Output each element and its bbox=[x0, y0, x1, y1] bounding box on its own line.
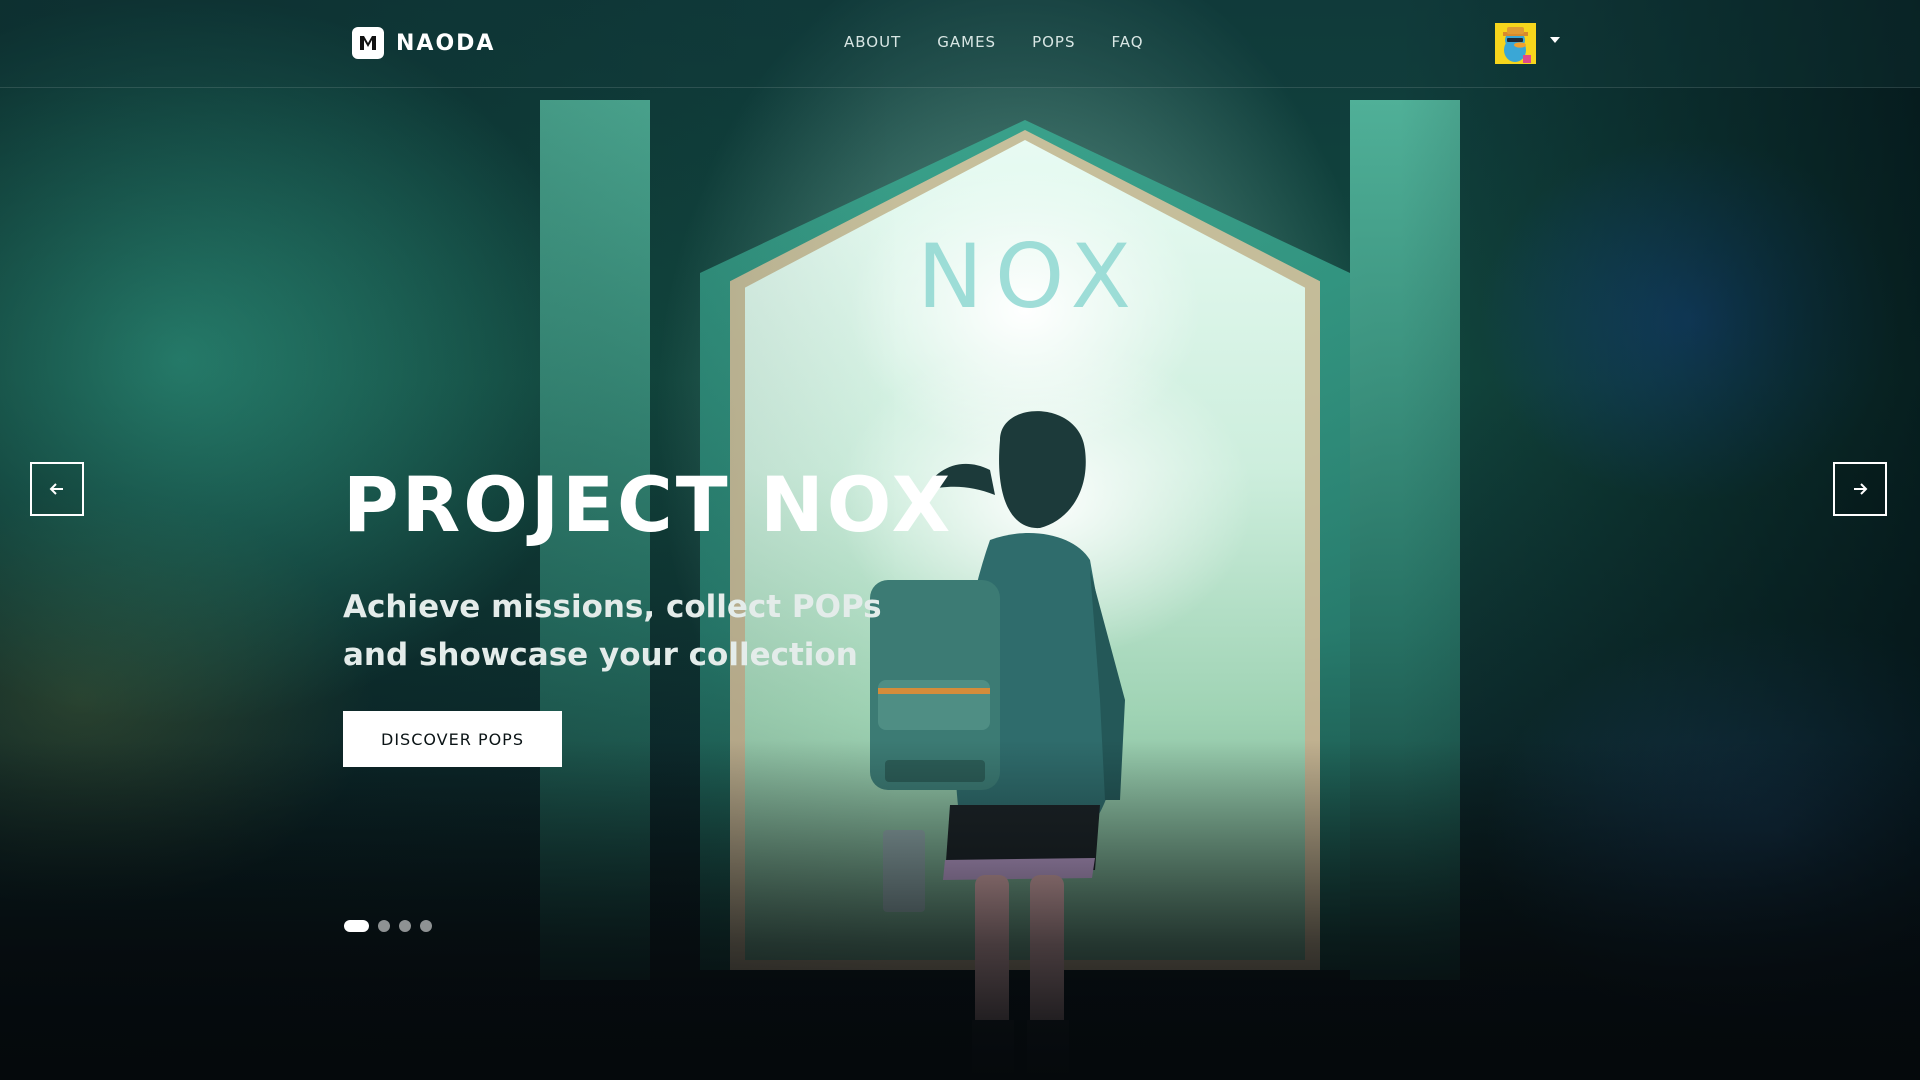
hero-title: PROJECT NOX bbox=[343, 460, 954, 549]
carousel-dot-4[interactable] bbox=[420, 920, 432, 932]
hero-subtitle-line1: Achieve missions, collect POPs bbox=[343, 589, 882, 625]
brand-name: NAODA bbox=[396, 30, 496, 56]
nav-games[interactable]: GAMES bbox=[937, 33, 996, 51]
carousel-dot-3[interactable] bbox=[399, 920, 411, 932]
discover-pops-button[interactable]: DISCOVER POPS bbox=[343, 711, 562, 767]
carousel-dot-2[interactable] bbox=[378, 920, 390, 932]
carousel-prev-button[interactable] bbox=[30, 462, 84, 516]
caret-down-icon[interactable] bbox=[1550, 37, 1560, 43]
nav-about[interactable]: ABOUT bbox=[844, 33, 901, 51]
nav-faq[interactable]: FAQ bbox=[1112, 33, 1144, 51]
arrow-left-icon bbox=[49, 483, 63, 495]
brand-logo[interactable]: NAODA bbox=[352, 27, 495, 59]
logo-mark-icon bbox=[352, 27, 384, 59]
carousel-dot-1[interactable] bbox=[344, 920, 369, 932]
main-nav: ABOUT GAMES POPS FAQ bbox=[844, 33, 1144, 51]
carousel-pagination bbox=[344, 920, 432, 932]
top-navbar: NAODA ABOUT GAMES POPS FAQ bbox=[0, 0, 1920, 88]
hero-background: NOX bbox=[0, 0, 1920, 1080]
hero-subtitle: Achieve missions, collect POPs and showc… bbox=[343, 583, 903, 679]
nav-pops[interactable]: POPS bbox=[1032, 33, 1075, 51]
user-avatar[interactable] bbox=[1495, 23, 1536, 64]
arrow-right-icon bbox=[1854, 483, 1868, 495]
hero-subtitle-line2: and showcase your collection bbox=[343, 637, 858, 673]
carousel-next-button[interactable] bbox=[1833, 462, 1887, 516]
